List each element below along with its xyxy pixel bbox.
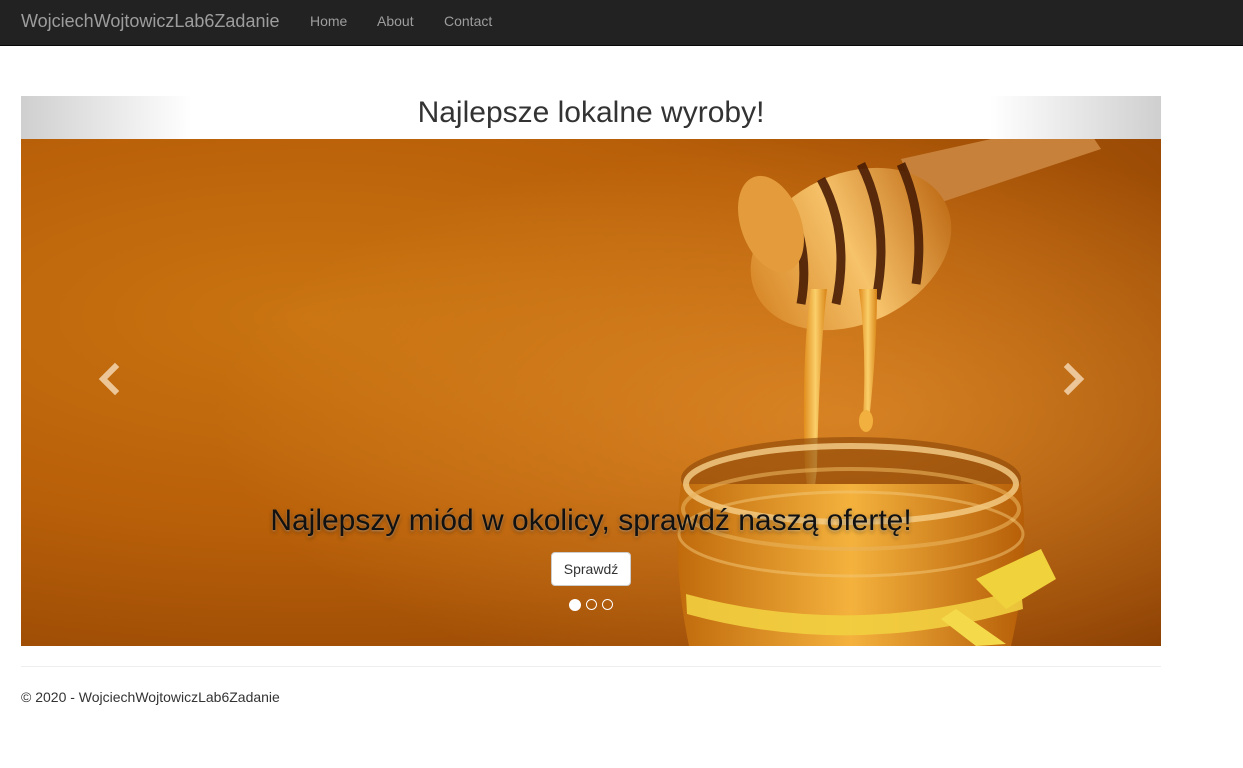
- indicator-slide-2[interactable]: [586, 599, 597, 610]
- indicator-slide-3[interactable]: [602, 599, 613, 610]
- chevron-left-icon: [98, 362, 120, 396]
- carousel-slide: Najlepszy miód w okolicy, sprawdź naszą …: [21, 139, 1161, 646]
- top-navbar: WojciechWojtowiczLab6Zadanie Home About …: [0, 0, 1243, 46]
- check-offer-button[interactable]: Sprawdź: [551, 552, 631, 586]
- carousel-prev-control[interactable]: [91, 359, 131, 399]
- carousel-next-control[interactable]: [1052, 359, 1092, 399]
- indicator-slide-1[interactable]: [569, 598, 581, 611]
- nav-contact-link[interactable]: Contact: [444, 13, 492, 29]
- carousel-header: Najlepsze lokalne wyroby!: [21, 96, 1161, 139]
- footer-divider: [21, 666, 1161, 667]
- carousel: Najlepsze lokalne wyroby! Najlepszy miód…: [21, 96, 1161, 646]
- carousel-title: Najlepsze lokalne wyroby!: [417, 96, 765, 129]
- nav-home-link[interactable]: Home: [310, 13, 347, 29]
- chevron-right-icon: [1063, 362, 1085, 396]
- slide-caption: Najlepszy miód w okolicy, sprawdź naszą …: [270, 504, 912, 537]
- footer-copyright: © 2020 - WojciechWojtowiczLab6Zadanie: [21, 689, 280, 705]
- nav-about-link[interactable]: About: [377, 13, 414, 29]
- brand-link[interactable]: WojciechWojtowiczLab6Zadanie: [21, 11, 279, 31]
